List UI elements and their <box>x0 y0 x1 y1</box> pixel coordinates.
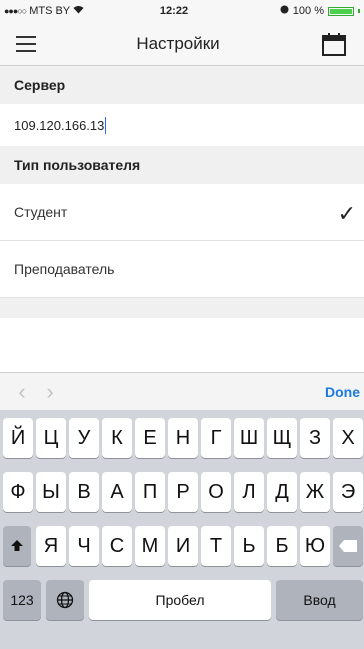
key[interactable]: Ч <box>69 526 99 566</box>
key[interactable]: С <box>102 526 132 566</box>
key[interactable]: М <box>135 526 165 566</box>
key[interactable]: Ц <box>36 418 66 458</box>
key[interactable]: Ш <box>234 418 264 458</box>
key[interactable]: Ю <box>300 526 330 566</box>
signal-icon: ●●●○○ <box>4 6 27 16</box>
server-section-header: Сервер <box>0 66 364 104</box>
key[interactable]: Р <box>168 472 198 512</box>
key[interactable]: Т <box>201 526 231 566</box>
user-type-section-header: Тип пользователя <box>0 146 364 184</box>
key[interactable]: Н <box>168 418 198 458</box>
key[interactable]: Г <box>201 418 231 458</box>
clock: 12:22 <box>159 5 189 17</box>
previous-field-icon[interactable]: ‹ <box>8 379 36 405</box>
checkmark-icon: ✓ <box>337 201 356 226</box>
key[interactable]: У <box>69 418 99 458</box>
key[interactable]: Ь <box>234 526 264 566</box>
globe-key[interactable] <box>46 580 84 620</box>
key[interactable]: А <box>102 472 132 512</box>
navigation-bar: Настройки <box>0 22 364 66</box>
battery-icon <box>328 6 354 16</box>
menu-icon[interactable] <box>0 22 52 66</box>
shift-icon <box>11 540 23 551</box>
server-value: 109.120.166.13 <box>14 117 105 133</box>
space-key[interactable]: Пробел <box>89 580 271 620</box>
key[interactable]: О <box>201 472 231 512</box>
option-label: Преподаватель <box>14 261 115 277</box>
key[interactable]: Х <box>333 418 363 458</box>
key[interactable]: Э <box>333 472 363 512</box>
keyboard: Й Ц У К Е Н Г Ш Щ З Х Ф Ы В А П Р О Л Д … <box>0 410 364 649</box>
backspace-key[interactable] <box>333 526 363 566</box>
text-cursor <box>105 116 107 134</box>
battery-percent: 100 % <box>292 5 324 17</box>
key[interactable]: Л <box>234 472 264 512</box>
key[interactable]: Е <box>135 418 165 458</box>
server-input[interactable]: 109.120.166.13 <box>0 104 364 146</box>
numbers-key[interactable]: 123 <box>3 580 41 620</box>
option-student[interactable]: Студент ✓ <box>0 184 364 241</box>
key[interactable]: Ы <box>36 472 66 512</box>
return-key[interactable]: Ввод <box>276 580 363 620</box>
key[interactable]: Б <box>267 526 297 566</box>
key[interactable]: К <box>102 418 132 458</box>
carrier-label: MTS BY <box>29 5 71 17</box>
status-bar: ●●●○○ MTS BY 12:22 100 % <box>0 0 364 22</box>
done-button[interactable]: Done <box>325 384 364 400</box>
settings-list: Сервер 109.120.166.13 Тип пользователя С… <box>0 66 364 318</box>
wifi-icon <box>73 5 84 17</box>
shift-key[interactable] <box>3 526 31 566</box>
key[interactable]: З <box>300 418 330 458</box>
key[interactable]: Й <box>3 418 33 458</box>
option-label: Студент <box>14 204 68 220</box>
alarm-icon <box>280 5 289 17</box>
key[interactable]: В <box>69 472 99 512</box>
globe-icon <box>56 591 74 609</box>
key[interactable]: И <box>168 526 198 566</box>
page-title: Настройки <box>136 33 220 53</box>
backspace-icon <box>339 540 357 552</box>
key[interactable]: Я <box>36 526 66 566</box>
next-section-header-partial <box>0 298 364 318</box>
key[interactable]: Д <box>267 472 297 512</box>
key[interactable]: Ф <box>3 472 33 512</box>
key[interactable]: П <box>135 472 165 512</box>
key[interactable]: Щ <box>267 418 297 458</box>
key[interactable]: Ж <box>300 472 330 512</box>
calendar-icon[interactable] <box>304 22 364 66</box>
keyboard-toolbar: ‹ › Done <box>0 372 364 410</box>
option-teacher[interactable]: Преподаватель <box>0 241 364 298</box>
next-field-icon[interactable]: › <box>36 379 64 405</box>
